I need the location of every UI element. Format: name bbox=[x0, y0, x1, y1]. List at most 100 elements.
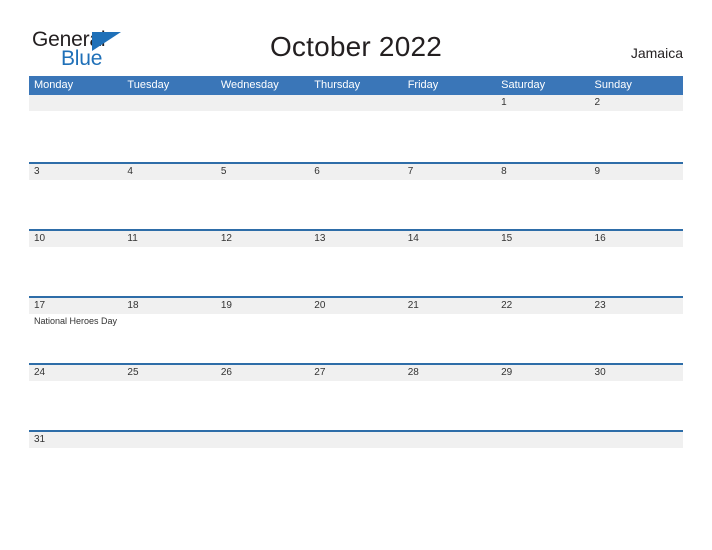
day-number[interactable]: 11 bbox=[122, 231, 215, 247]
day-number[interactable]: 24 bbox=[29, 365, 122, 381]
day-event bbox=[309, 111, 402, 113]
day-number[interactable]: 3 bbox=[29, 164, 122, 180]
day-event bbox=[496, 448, 589, 450]
day-number[interactable]: 17 bbox=[29, 298, 122, 314]
day-event bbox=[122, 314, 215, 328]
day-event bbox=[216, 111, 309, 113]
day-number[interactable] bbox=[309, 432, 402, 448]
page-title: October 2022 bbox=[269, 31, 443, 62]
week-row: 3 4 5 6 7 8 9 bbox=[29, 162, 683, 229]
week-daynumbers: 1 2 bbox=[29, 95, 683, 111]
weekday-header-thursday: Thursday bbox=[314, 79, 361, 91]
week-events bbox=[29, 180, 683, 182]
day-number[interactable]: 8 bbox=[496, 164, 589, 180]
day-number[interactable] bbox=[122, 432, 215, 448]
region-label: Jamaica bbox=[630, 45, 683, 61]
day-event bbox=[309, 180, 402, 182]
day-number[interactable]: 29 bbox=[496, 365, 589, 381]
week-row: 10 11 12 13 14 15 16 bbox=[29, 229, 683, 296]
day-number[interactable]: 21 bbox=[403, 298, 496, 314]
day-event bbox=[29, 381, 122, 383]
week-row: 1 2 bbox=[29, 95, 683, 162]
week-daynumbers: 3 4 5 6 7 8 9 bbox=[29, 164, 683, 180]
day-number[interactable]: 22 bbox=[496, 298, 589, 314]
day-number[interactable]: 30 bbox=[590, 365, 683, 381]
day-event bbox=[403, 111, 496, 113]
day-number[interactable]: 12 bbox=[216, 231, 309, 247]
day-event bbox=[29, 247, 122, 249]
day-event bbox=[29, 111, 122, 113]
weekday-header-tuesday: Tuesday bbox=[127, 79, 170, 91]
day-number[interactable] bbox=[29, 95, 122, 111]
day-event bbox=[309, 381, 402, 383]
day-event bbox=[309, 448, 402, 450]
day-event bbox=[216, 247, 309, 249]
day-number[interactable]: 28 bbox=[403, 365, 496, 381]
day-event bbox=[496, 381, 589, 383]
day-event bbox=[122, 111, 215, 113]
weekday-header-row: Monday Tuesday Wednesday Thursday Friday… bbox=[29, 76, 683, 95]
day-number[interactable]: 27 bbox=[309, 365, 402, 381]
weekday-header-saturday: Saturday bbox=[501, 79, 546, 91]
week-events bbox=[29, 111, 683, 113]
day-event bbox=[403, 448, 496, 450]
day-number[interactable]: 4 bbox=[122, 164, 215, 180]
day-number[interactable]: 23 bbox=[590, 298, 683, 314]
day-number[interactable] bbox=[216, 95, 309, 111]
day-event bbox=[29, 448, 122, 450]
day-number[interactable]: 14 bbox=[403, 231, 496, 247]
day-event: National Heroes Day bbox=[34, 316, 118, 326]
day-event bbox=[216, 448, 309, 450]
day-number[interactable]: 6 bbox=[309, 164, 402, 180]
day-number[interactable] bbox=[122, 95, 215, 111]
day-event bbox=[496, 180, 589, 182]
day-number[interactable]: 7 bbox=[403, 164, 496, 180]
day-event bbox=[496, 314, 589, 328]
day-number[interactable]: 18 bbox=[122, 298, 215, 314]
week-events bbox=[29, 381, 683, 383]
day-number[interactable]: 26 bbox=[216, 365, 309, 381]
day-event bbox=[590, 111, 683, 113]
day-number[interactable]: 16 bbox=[590, 231, 683, 247]
day-number[interactable] bbox=[309, 95, 402, 111]
day-event bbox=[496, 247, 589, 249]
day-number[interactable] bbox=[403, 432, 496, 448]
day-event bbox=[403, 180, 496, 182]
day-event bbox=[590, 247, 683, 249]
day-number[interactable]: 19 bbox=[216, 298, 309, 314]
week-daynumbers: 10 11 12 13 14 15 16 bbox=[29, 231, 683, 247]
day-number[interactable]: 10 bbox=[29, 231, 122, 247]
day-number[interactable]: 20 bbox=[309, 298, 402, 314]
day-event bbox=[496, 111, 589, 113]
day-number[interactable] bbox=[216, 432, 309, 448]
weekday-header-sunday: Sunday bbox=[594, 79, 632, 91]
weekday-header-wednesday: Wednesday bbox=[220, 79, 279, 91]
day-number[interactable]: 5 bbox=[216, 164, 309, 180]
day-number[interactable] bbox=[496, 432, 589, 448]
day-event bbox=[122, 247, 215, 249]
week-row: 24 25 26 27 28 29 30 bbox=[29, 363, 683, 430]
day-number[interactable]: 15 bbox=[496, 231, 589, 247]
day-number[interactable] bbox=[403, 95, 496, 111]
day-event bbox=[590, 381, 683, 383]
day-event bbox=[403, 381, 496, 383]
week-daynumbers: 17 18 19 20 21 22 23 bbox=[29, 298, 683, 314]
day-number[interactable]: 31 bbox=[29, 432, 122, 448]
week-daynumbers: 24 25 26 27 28 29 30 bbox=[29, 365, 683, 381]
day-event bbox=[403, 314, 496, 328]
day-event bbox=[122, 448, 215, 450]
day-number[interactable]: 25 bbox=[122, 365, 215, 381]
week-events bbox=[29, 448, 683, 450]
day-number[interactable] bbox=[590, 432, 683, 448]
calendar-grid: Monday Tuesday Wednesday Thursday Friday… bbox=[29, 76, 683, 483]
day-event bbox=[29, 180, 122, 182]
day-number[interactable]: 1 bbox=[496, 95, 589, 111]
day-number[interactable]: 2 bbox=[590, 95, 683, 111]
week-row: 31 bbox=[29, 430, 683, 483]
week-row: 17 18 19 20 21 22 23 National Heroes Day bbox=[29, 296, 683, 363]
week-daynumbers: 31 bbox=[29, 432, 683, 448]
day-number[interactable]: 9 bbox=[590, 164, 683, 180]
week-events: National Heroes Day bbox=[29, 314, 683, 328]
day-number[interactable]: 13 bbox=[309, 231, 402, 247]
weekday-header-monday: Monday bbox=[34, 79, 74, 91]
